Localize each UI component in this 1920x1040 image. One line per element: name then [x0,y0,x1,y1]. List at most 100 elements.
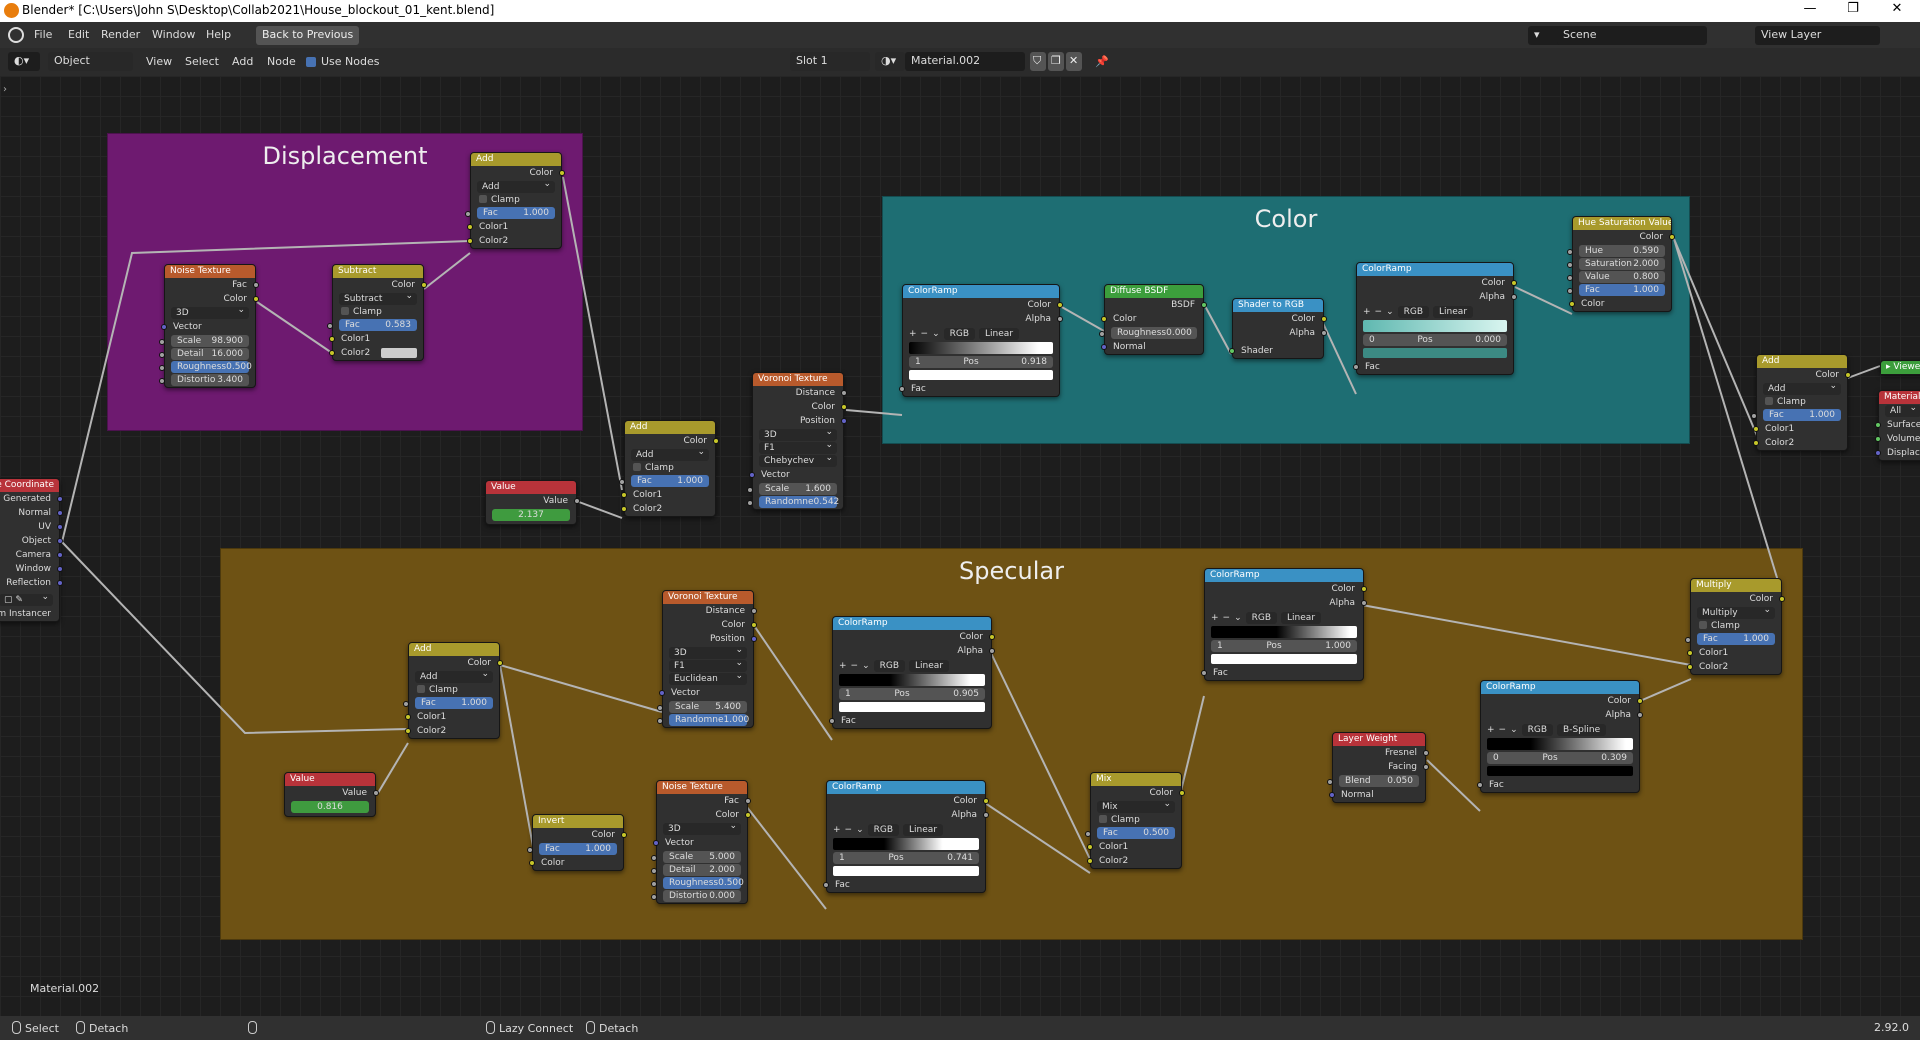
socket-camera[interactable]: Camera [0,548,63,562]
ramp-stop-fields[interactable]: 1 Pos 1.000 [1211,640,1357,652]
socket-color[interactable]: Color [833,630,995,644]
randomness-slider[interactable]: Randomne 1.000 [657,714,749,726]
clamp-checkbox[interactable]: Clamp [1099,814,1173,826]
menu-select[interactable]: Select [185,55,219,68]
socket-color[interactable]: Color [1481,694,1643,708]
maximize-button[interactable]: ❐ [1838,1,1868,16]
pin-icon[interactable]: 📌 [1095,55,1109,68]
socket-fac[interactable]: Fac [1477,778,1639,792]
socket-color1[interactable]: Color1 [405,710,499,724]
color-ramp-gradient[interactable] [1363,320,1507,332]
socket-volume[interactable]: Volume [1875,432,1920,446]
from-instancer-checkbox[interactable]: From Instancer [0,607,59,621]
socket-surface[interactable]: Surface [1875,418,1920,432]
distance-metric-dropdown[interactable]: Euclidean [669,670,747,685]
ramp-mode-dropdown[interactable]: RGB [1521,723,1554,736]
stop-color-swatch[interactable] [839,702,985,712]
node-mix[interactable]: Mix Color Mix Clamp Fac0.500 Color1 Colo… [1085,772,1185,869]
node-layer-weight[interactable]: Layer Weight Fresnel Facing Blend 0.050 N… [1327,732,1429,803]
node-colorramp-specular2[interactable]: ColorRamp Color Alpha + − ⌄ RGB Linear 1 Pos 0… [823,780,989,893]
socket-color2[interactable]: Color2 [329,346,423,360]
socket-color1[interactable]: Color1 [1087,840,1181,854]
distortion-slider[interactable]: Distortio 0.000 [651,890,741,902]
node-voronoi-specular[interactable]: Voronoi Texture Distance Color Position … [657,590,757,728]
target-dropdown[interactable]: All [1885,402,1920,417]
socket-reflection[interactable]: Reflection [0,576,63,590]
node-add-specular[interactable]: Add Color Add Clamp Fac1.000 Color1 Colo… [403,642,503,739]
ramp-stop-fields[interactable]: 1 Pos 0.741 [833,852,979,864]
socket-color[interactable]: Color [1101,312,1203,326]
socket-color2[interactable]: Color2 [621,502,715,516]
socket-fac[interactable]: Fac [829,714,991,728]
fac-slider[interactable]: Fac 0.500 [1085,827,1175,839]
dimensions-dropdown[interactable]: 3D [663,820,741,835]
close-button[interactable]: ✕ [1882,1,1912,16]
node-add-displacement[interactable]: Add Color Add Clamp Fac1.000 Color1 Colo… [465,152,565,249]
node-voronoi-mid[interactable]: Voronoi Texture Distance Color Position … [747,372,847,510]
fac-slider[interactable]: Fac 1.000 [465,207,555,219]
fac-slider[interactable]: Fac 1.000 [1567,284,1665,296]
remove-stop-icon[interactable]: − [845,825,853,835]
menu-node[interactable]: Node [267,55,296,68]
blend-mode-dropdown[interactable]: Add [631,446,709,461]
socket-alpha[interactable]: Alpha [833,644,995,658]
socket-color[interactable]: Color [1205,582,1367,596]
editor-type-icon[interactable]: ◐▾ [8,52,40,71]
add-stop-icon[interactable]: + [1487,725,1495,735]
blend-mode-dropdown[interactable]: Add [1763,380,1841,395]
randomness-slider[interactable]: Randomne 0.542 [747,496,839,508]
value-slider[interactable]: Value 0.800 [1567,271,1665,283]
blend-mode-dropdown[interactable]: Add [415,668,493,683]
socket-vector[interactable]: Vector [161,320,255,334]
node-add-right[interactable]: Add Color Add Clamp Fac1.000 Color1 Colo… [1751,354,1851,451]
duplicate-material-icon[interactable]: ❐ [1048,52,1064,71]
fac-slider[interactable]: Fac 1.000 [403,697,493,709]
blend-mode-dropdown[interactable]: Multiply [1697,604,1775,619]
ramp-stop-fields[interactable]: 0 Pos 0.309 [1487,752,1633,764]
value-field[interactable]: 2.137 [492,509,570,521]
node-shader-to-rgb[interactable]: Shader to RGB Color Alpha Shader [1229,298,1327,359]
socket-window[interactable]: Window [0,562,63,576]
clamp-checkbox[interactable]: Clamp [341,306,415,318]
roughness-slider[interactable]: Roughness 0.500 [159,361,252,373]
fake-user-icon[interactable]: ⛉ [1030,52,1046,71]
node-noise-specular[interactable]: Noise Texture Fac Color 3D Vector Scale5… [651,780,751,904]
blend-mode-dropdown[interactable]: Subtract [339,290,417,305]
scale-slider[interactable]: Scale 5.400 [657,701,747,713]
clamp-checkbox[interactable]: Clamp [1765,396,1839,408]
remove-stop-icon[interactable]: − [851,661,859,671]
socket-alpha[interactable]: Alpha [903,312,1063,326]
socket-color-in[interactable]: Color [529,856,623,870]
node-editor-canvas[interactable]: Displacement Color Specular Coordinate G… [0,76,1920,1016]
socket-color1[interactable]: Color1 [467,220,561,234]
ramp-interp-dropdown[interactable]: Linear [909,659,950,672]
ramp-menu-icon[interactable]: ⌄ [862,661,870,671]
menu-view[interactable]: View [146,55,172,68]
clamp-checkbox[interactable]: Clamp [479,194,553,206]
socket-color2[interactable]: Color2 [1753,436,1847,450]
add-stop-icon[interactable]: + [1211,613,1219,623]
socket-color2[interactable]: Color2 [405,724,499,738]
fac-slider[interactable]: Fac 1.000 [619,475,709,487]
socket-color[interactable]: Color [1233,312,1327,326]
stop-color-swatch[interactable] [1363,348,1507,358]
stop-color-swatch[interactable] [833,866,979,876]
socket-color1[interactable]: Color1 [1687,646,1781,660]
socket-vector[interactable]: Vector [659,686,753,700]
socket-fac[interactable]: Fac [823,878,985,892]
slot-dropdown[interactable]: Slot 1 [790,52,870,71]
clamp-checkbox[interactable]: Clamp [633,462,707,474]
detail-slider[interactable]: Detail 16.000 [159,348,249,360]
socket-color2[interactable]: Color2 [1687,660,1781,674]
remove-stop-icon[interactable]: − [1223,613,1231,623]
object-picker[interactable]: ▢ ✎ [0,591,53,606]
remove-stop-icon[interactable]: − [1375,307,1383,317]
socket-value[interactable]: Value [285,786,379,800]
fac-slider[interactable]: Fac 1.000 [527,843,617,855]
socket-alpha[interactable]: Alpha [1481,708,1643,722]
socket-fac[interactable]: Fac [899,382,1059,396]
add-stop-icon[interactable]: + [833,825,841,835]
stop-color-swatch[interactable] [909,370,1053,380]
socket-color[interactable]: Color [1357,276,1517,290]
view-layer-field[interactable]: View Layer [1755,26,1880,45]
